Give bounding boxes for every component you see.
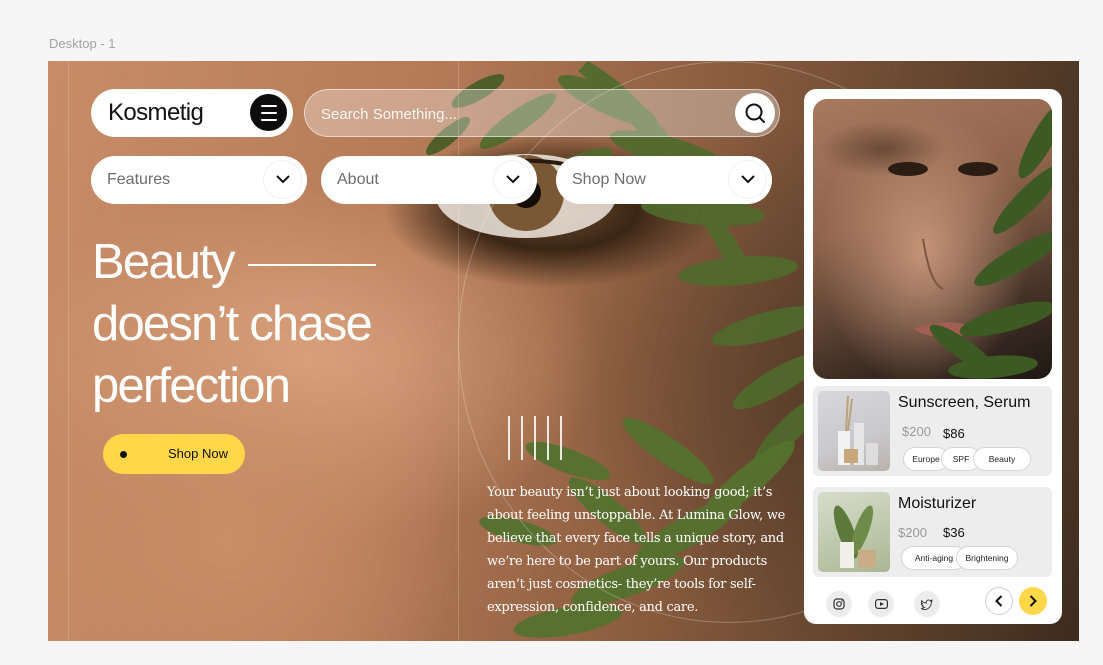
logo-pill[interactable]: Kosmetig [91, 89, 293, 137]
tag[interactable]: Brightening [956, 546, 1018, 570]
search-input[interactable] [319, 90, 723, 138]
tag[interactable]: Beauty [973, 447, 1031, 471]
frame-label: Desktop - 1 [49, 36, 116, 51]
product-card: Sunscreen, Serum $200 $86 Europe SPF Bea… [804, 89, 1062, 624]
youtube-icon[interactable] [868, 591, 894, 617]
chevron-down-icon[interactable] [494, 161, 531, 198]
instagram-icon[interactable] [826, 591, 852, 617]
description: Your beauty isn’t just about looking goo… [487, 485, 786, 615]
menu-button[interactable] [250, 94, 287, 131]
bars-decoration [508, 416, 562, 460]
product-name: Sunscreen, Serum [898, 394, 1031, 411]
model-photo [813, 99, 1052, 379]
leaf-decoration [888, 99, 1052, 379]
new-price: $86 [943, 426, 965, 441]
hero-line: doesn’t chase [92, 297, 373, 351]
menu-icon-bar [260, 118, 277, 121]
hero-heading: Beauty doesn’t chase perfection [92, 231, 376, 417]
search-bar [304, 89, 780, 138]
hero-banner: Kosmetig Features About Shop Now [48, 61, 1079, 641]
search-button[interactable] [735, 93, 775, 133]
new-price: $36 [943, 525, 965, 540]
chevron-right-icon [1029, 595, 1037, 607]
chevron-left-icon [995, 595, 1003, 607]
twitter-icon[interactable] [914, 591, 940, 617]
product-image [818, 492, 890, 572]
shop-now-button[interactable]: Shop Now [103, 434, 245, 474]
product-name: Moisturizer [898, 495, 977, 512]
nav-label: Features [107, 171, 171, 188]
nav-features[interactable]: Features [91, 156, 307, 204]
old-price: $200 [902, 424, 931, 439]
nav-label: About [337, 171, 379, 188]
chevron-down-icon[interactable] [729, 161, 766, 198]
product-item[interactable]: Moisturizer $200 $36 Anti-aging Brighten… [813, 487, 1052, 577]
chevron-down-icon[interactable] [264, 161, 301, 198]
menu-icon-bar [260, 104, 277, 107]
search-icon [745, 103, 765, 123]
dot-icon [120, 451, 127, 458]
hero-line: perfection [92, 359, 291, 413]
prev-button[interactable] [985, 587, 1013, 615]
menu-icon-bar [260, 111, 277, 114]
nav-shop-now[interactable]: Shop Now [556, 156, 772, 204]
shop-now-label: Shop Now [168, 446, 228, 461]
logo: Kosmetig [108, 99, 204, 126]
hero-rule [247, 264, 376, 266]
hero-line: Beauty [92, 235, 236, 289]
next-button[interactable] [1019, 587, 1047, 615]
product-item[interactable]: Sunscreen, Serum $200 $86 Europe SPF Bea… [813, 386, 1052, 476]
old-price: $200 [898, 525, 927, 540]
nav-about[interactable]: About [321, 156, 537, 204]
product-image [818, 391, 890, 471]
nav-label: Shop Now [572, 171, 646, 188]
